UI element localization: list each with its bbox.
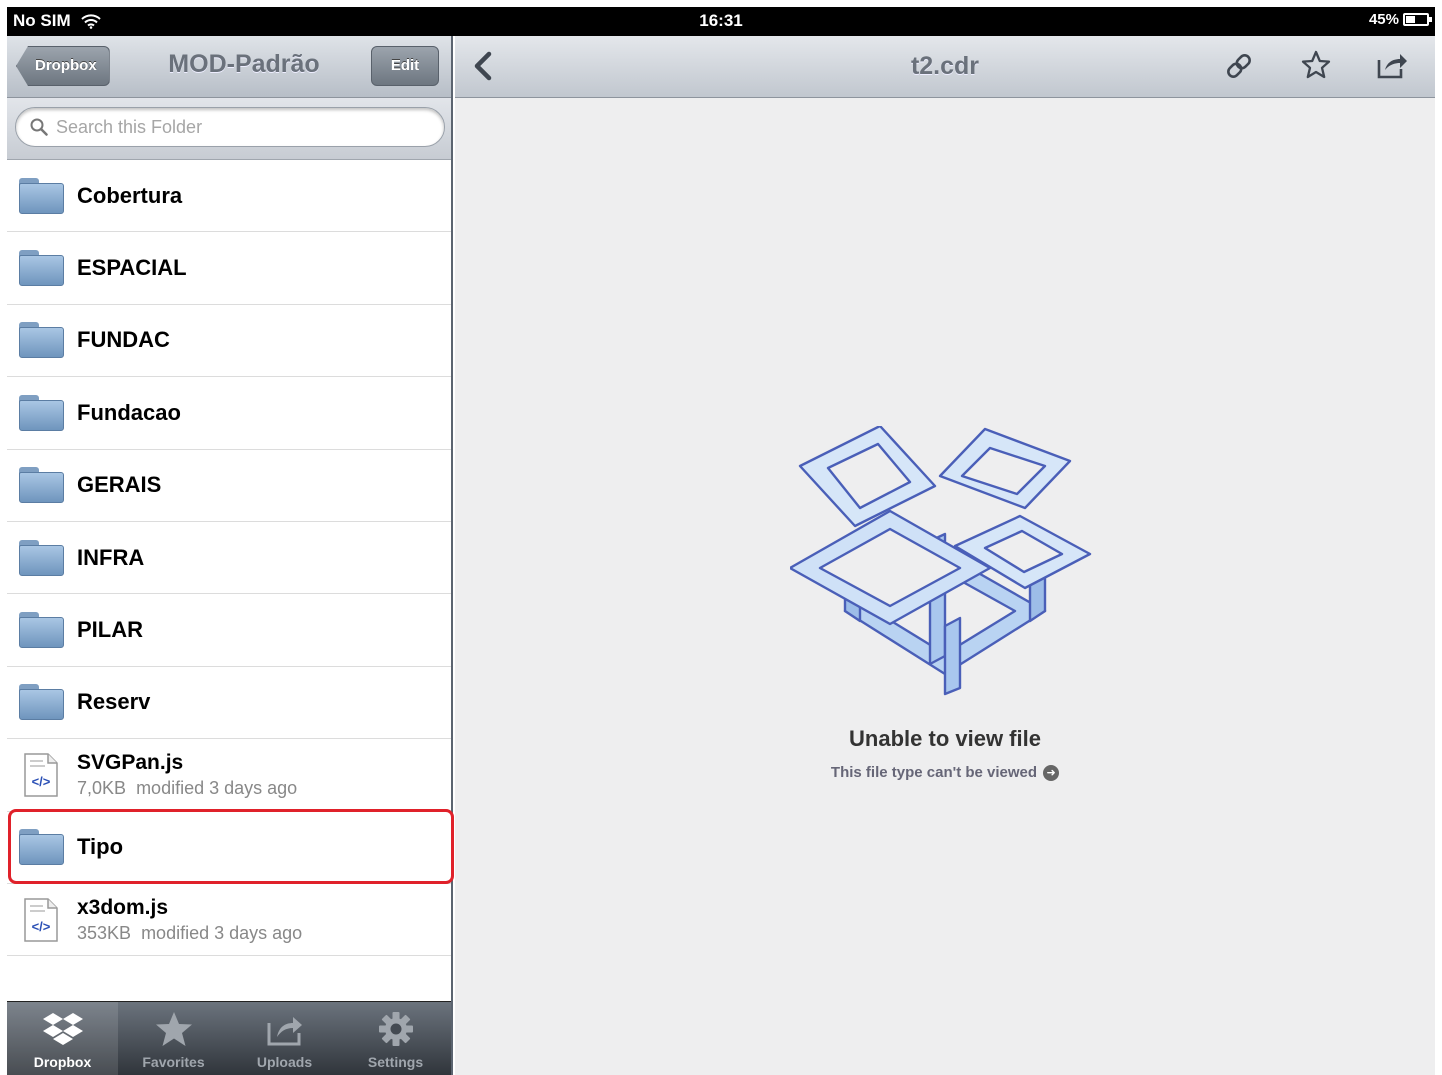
- list-item[interactable]: INFRA: [7, 522, 451, 595]
- star-icon: [154, 1011, 194, 1054]
- battery-percent: 45%: [1368, 11, 1399, 28]
- item-size: 353KB: [77, 922, 132, 943]
- item-name: PILAR: [77, 617, 143, 643]
- viewer-navbar: t2.cdr: [455, 36, 1435, 98]
- list-item[interactable]: Fundacao: [7, 377, 451, 450]
- dropbox-icon: [42, 1011, 83, 1054]
- item-name: FUNDAC: [77, 327, 170, 353]
- folder-icon: [19, 250, 64, 287]
- list-item[interactable]: </> SVGPan.js 7,0KB modified 3 days ago: [7, 739, 451, 812]
- svg-text:</>: </>: [32, 774, 51, 789]
- item-meta: 7,0KB modified 3 days ago: [77, 778, 297, 799]
- tab-label: Settings: [367, 1054, 424, 1070]
- folder-icon: [19, 612, 64, 649]
- folder-icon: [19, 394, 64, 431]
- edit-button[interactable]: Edit: [371, 46, 439, 86]
- item-name: x3dom.js: [77, 895, 169, 919]
- folder-icon: [19, 829, 64, 866]
- list-item[interactable]: </> x3dom.js 353KB modified 3 days ago: [7, 884, 451, 957]
- item-name: Tipo: [77, 834, 124, 860]
- tab-dropbox[interactable]: Dropbox: [7, 1002, 118, 1075]
- folder-icon: [19, 539, 64, 576]
- link-icon[interactable]: [1223, 50, 1255, 82]
- code-file-icon: </>: [24, 897, 58, 942]
- folder-icon: [19, 684, 64, 721]
- search-field[interactable]: [15, 107, 445, 147]
- left-navbar: Dropbox MOD-Padrão Edit: [7, 36, 451, 98]
- file-list: Cobertura ESPACIAL FUNDAC Fundacao GERAIS INF…: [7, 160, 451, 957]
- item-name: SVGPan.js: [77, 750, 184, 774]
- empty-state-title: Unable to view file: [849, 726, 1041, 751]
- file-browser-pane: Dropbox MOD-Padrão Edit Cobertura ESPACIA…: [7, 36, 454, 1075]
- back-button[interactable]: Dropbox: [16, 46, 110, 86]
- list-item[interactable]: Cobertura: [7, 160, 451, 233]
- status-bar: No SIM 16:31 45%: [7, 7, 1435, 36]
- list-item[interactable]: Reserv: [7, 667, 451, 740]
- code-file-icon: </>: [24, 753, 58, 797]
- folder-title: MOD-Padrão: [168, 50, 320, 78]
- list-item[interactable]: Tipo: [7, 812, 451, 884]
- upload-icon: [265, 1011, 305, 1054]
- battery-icon: [1403, 13, 1432, 26]
- empty-state-subtitle-row[interactable]: This file type can't be viewed ➜: [830, 764, 1060, 781]
- folder-icon: [19, 322, 64, 359]
- search-input[interactable]: [56, 116, 416, 138]
- list-item[interactable]: FUNDAC: [7, 305, 451, 378]
- item-modified: modified 3 days ago: [141, 922, 303, 943]
- open-box-illustration: [790, 426, 1092, 696]
- tab-uploads[interactable]: Uploads: [229, 1002, 340, 1075]
- item-name: Cobertura: [77, 182, 183, 208]
- item-size: 7,0KB: [77, 777, 127, 798]
- clock: 16:31: [699, 11, 743, 30]
- item-name: GERAIS: [77, 472, 162, 498]
- file-viewer-pane: t2.cdr Unable to view file This file typ…: [455, 36, 1435, 1075]
- arrow-right-circle-icon[interactable]: ➜: [1043, 764, 1060, 781]
- tab-favorites[interactable]: Favorites: [118, 1002, 229, 1075]
- gear-icon: [376, 1011, 416, 1054]
- tab-label: Dropbox: [33, 1054, 92, 1070]
- item-modified: modified 3 days ago: [136, 777, 298, 798]
- empty-state: Unable to view file This file type can't…: [455, 426, 1435, 781]
- empty-state-subtitle: This file type can't be viewed: [830, 764, 1038, 781]
- folder-icon: [19, 177, 64, 214]
- item-name: Reserv: [77, 689, 151, 715]
- search-icon: [30, 118, 48, 136]
- item-name: Fundacao: [77, 399, 181, 425]
- item-name: INFRA: [77, 544, 145, 570]
- tab-label: Favorites: [142, 1054, 205, 1070]
- list-item[interactable]: PILAR: [7, 594, 451, 667]
- folder-icon: [19, 467, 64, 504]
- tab-label: Uploads: [256, 1054, 313, 1070]
- tab-bar: Dropbox Favorites Uploads Settings: [7, 1001, 451, 1075]
- list-item[interactable]: GERAIS: [7, 450, 451, 522]
- share-icon[interactable]: [1375, 50, 1409, 80]
- item-meta: 353KB modified 3 days ago: [77, 923, 302, 944]
- item-name: ESPACIAL: [77, 255, 187, 281]
- list-item[interactable]: ESPACIAL: [7, 232, 451, 305]
- star-icon[interactable]: [1301, 50, 1331, 80]
- viewer-title: t2.cdr: [910, 52, 980, 80]
- svg-text:</>: </>: [32, 919, 51, 934]
- tab-settings[interactable]: Settings: [340, 1002, 451, 1075]
- search-bar: [7, 98, 451, 160]
